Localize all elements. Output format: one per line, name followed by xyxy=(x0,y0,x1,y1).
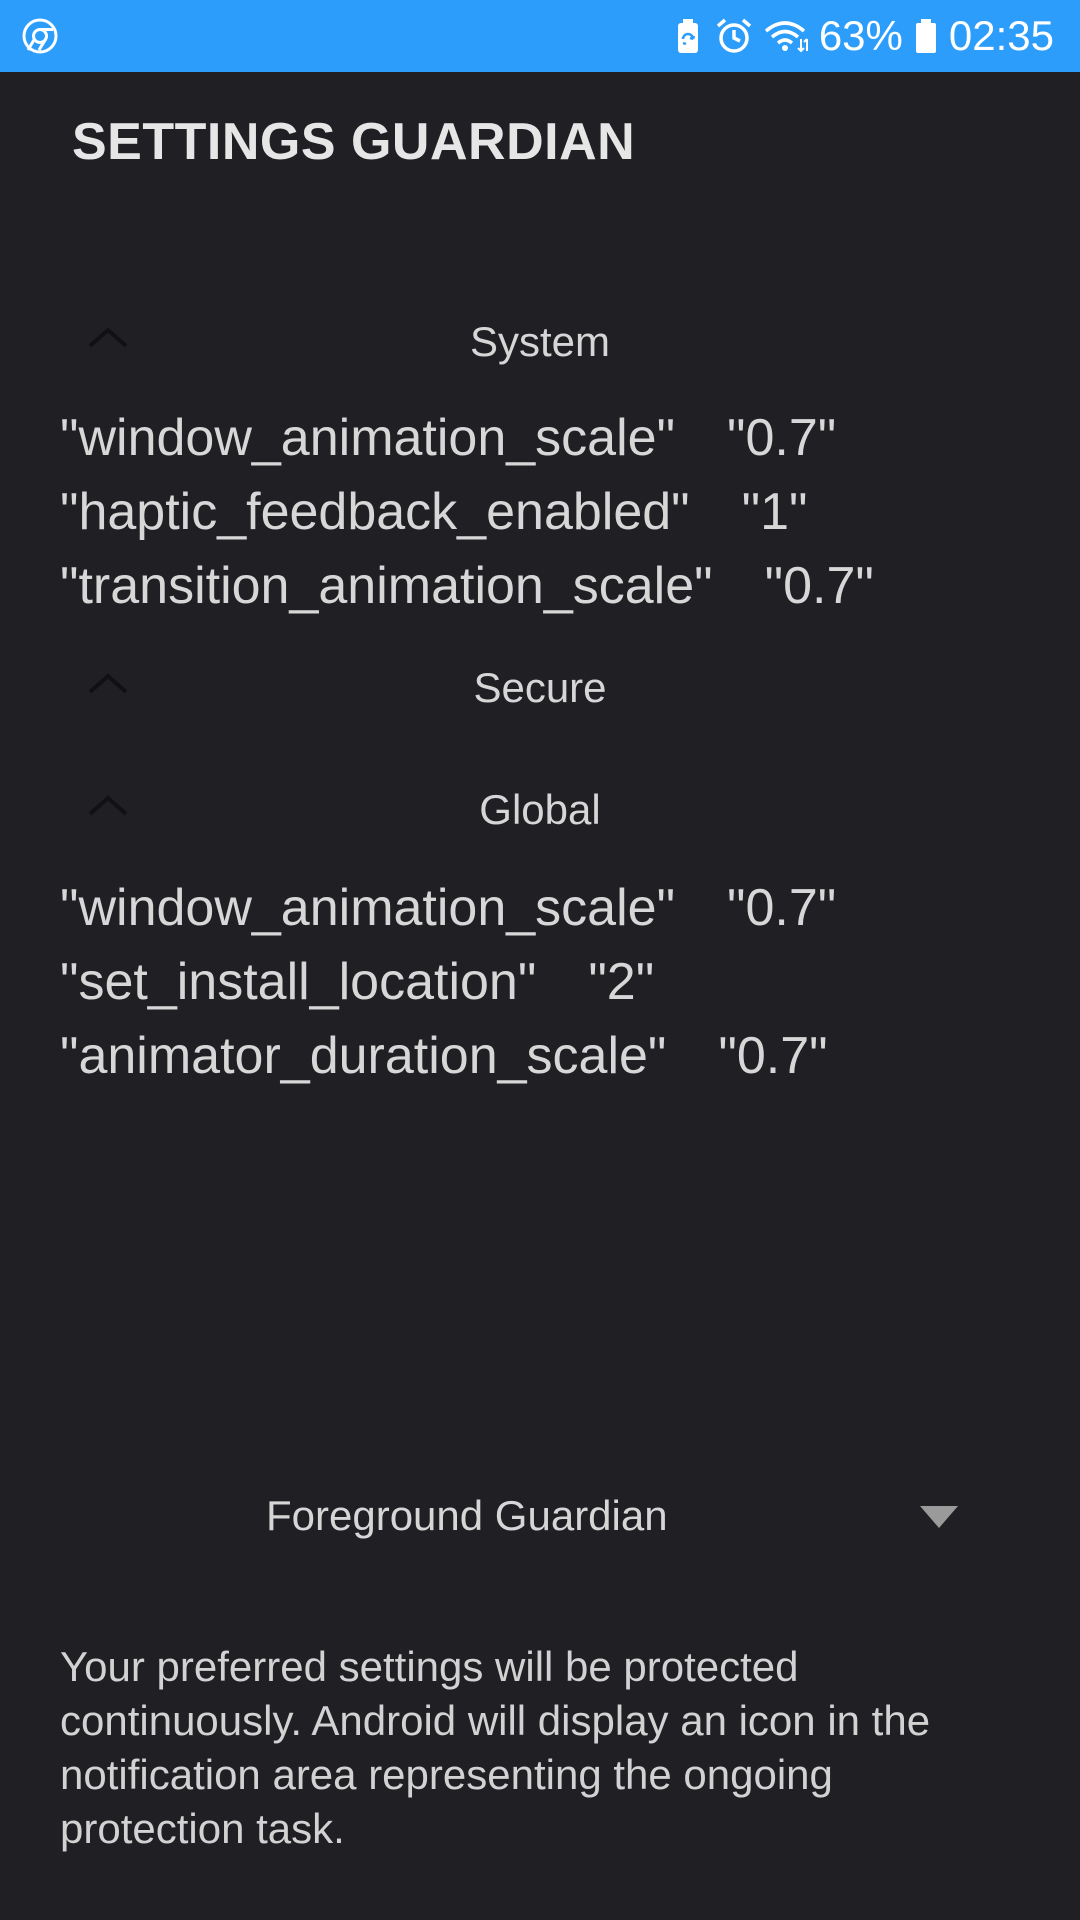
setting-key: "haptic_feedback_enabled" xyxy=(60,483,690,541)
section-title-secure: Secure xyxy=(473,664,607,711)
setting-value: "0.7" xyxy=(727,409,837,467)
setting-value: "0.7" xyxy=(727,879,837,937)
setting-value: "0.7" xyxy=(764,557,874,615)
section-header-system[interactable]: System xyxy=(0,300,1080,380)
screen: 63% 02:35 SETTINGS GUARDIAN System "wind… xyxy=(0,0,1080,1920)
status-bar: 63% 02:35 xyxy=(0,0,1080,72)
setting-row: "haptic_feedback_enabled" "1" xyxy=(60,482,807,542)
setting-value: "1" xyxy=(741,483,808,541)
battery-percent: 63% xyxy=(818,12,903,59)
section-title-system: System xyxy=(469,318,611,365)
setting-key: "transition_animation_scale" xyxy=(60,557,713,615)
foreground-guardian-dropdown[interactable]: Foreground Guardian xyxy=(0,1486,1080,1552)
dropdown-arrow-icon[interactable] xyxy=(918,1504,960,1530)
wifi-icon xyxy=(764,21,808,53)
battery-icon xyxy=(915,19,936,53)
alarm-icon xyxy=(716,18,751,53)
foreground-guardian-label: Foreground Guardian xyxy=(266,1492,668,1539)
setting-value: "2" xyxy=(588,953,655,1011)
page-title: SETTINGS GUARDIAN xyxy=(72,113,636,171)
section-header-global[interactable]: Global xyxy=(0,768,1080,848)
clock: 02:35 xyxy=(948,12,1054,59)
setting-row: "animator_duration_scale" "0.7" xyxy=(60,1026,828,1086)
setting-key: "animator_duration_scale" xyxy=(60,1027,667,1085)
setting-value: "0.7" xyxy=(718,1027,828,1085)
setting-key: "set_install_location" xyxy=(60,953,537,1011)
chrome-icon xyxy=(22,18,58,54)
setting-row: "transition_animation_scale" "0.7" xyxy=(60,556,874,616)
section-title-global: Global xyxy=(479,786,601,833)
setting-row: "set_install_location" "2" xyxy=(60,952,654,1012)
foreground-guardian-description: Your preferred settings will be protecte… xyxy=(60,1643,931,1852)
battery-saver-icon xyxy=(677,19,698,53)
setting-key: "window_animation_scale" xyxy=(60,409,676,467)
setting-row: "window_animation_scale" "0.7" xyxy=(60,408,836,468)
setting-key: "window_animation_scale" xyxy=(60,879,676,937)
status-icons: 63% 02:35 xyxy=(671,0,1054,72)
setting-row: "window_animation_scale" "0.7" xyxy=(60,878,836,938)
section-header-secure[interactable]: Secure xyxy=(0,646,1080,726)
